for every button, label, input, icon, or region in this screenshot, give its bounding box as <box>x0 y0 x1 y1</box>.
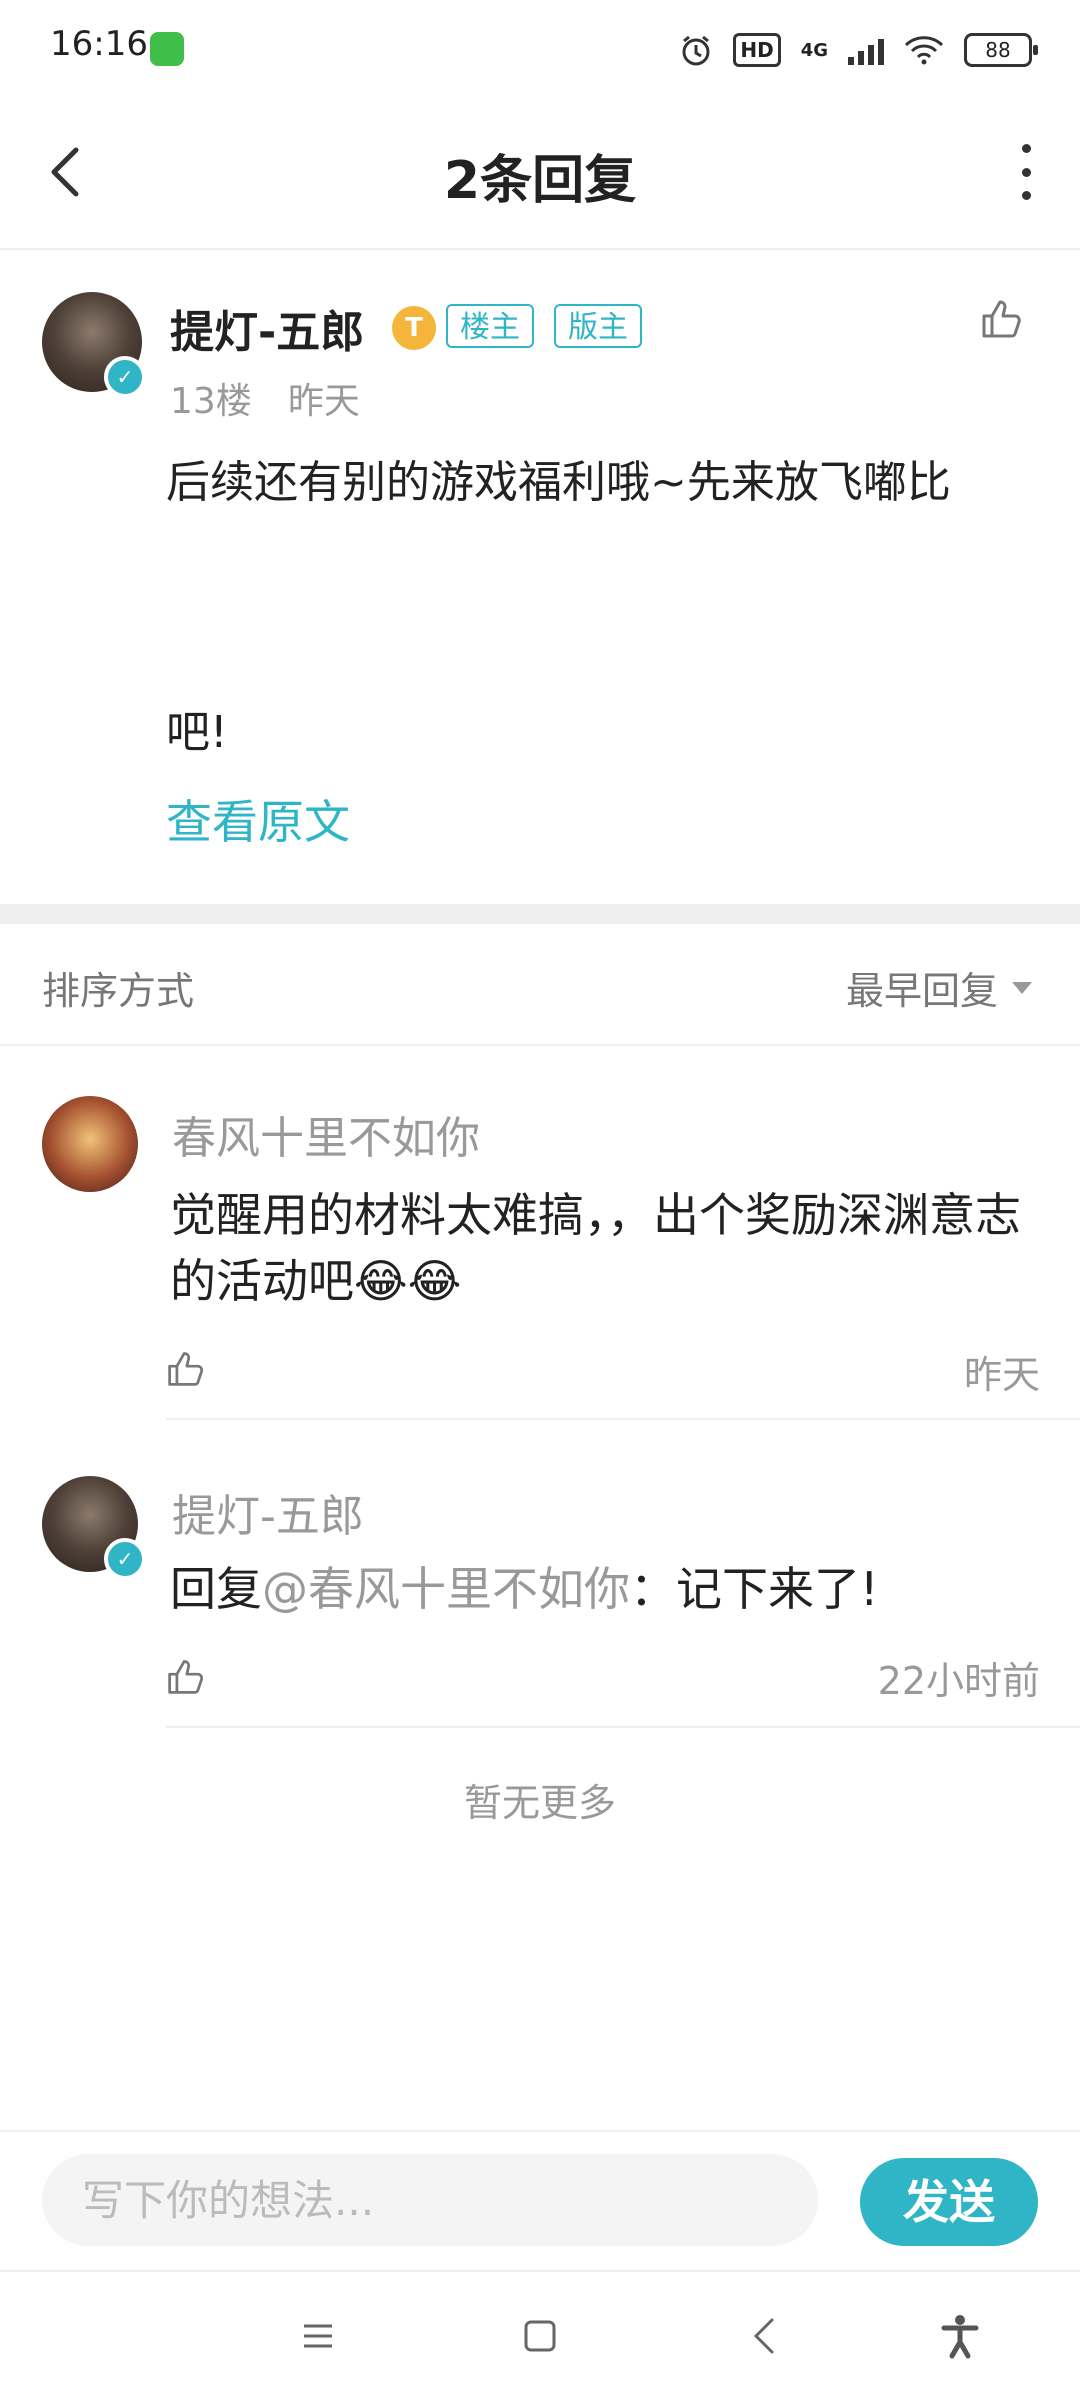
home-button[interactable] <box>516 2312 564 2360</box>
thumbs-up-icon <box>982 300 1021 338</box>
reply-content: 觉醒用的材料太难搞，，出个奖励深渊意志的活动吧😂😂 <box>170 1188 1021 1308</box>
sort-label: 排序方式 <box>42 969 195 1013</box>
post-content-line-1: 后续还有别的游戏福利哦~先来放飞嘟比 <box>166 457 951 508</box>
thumbs-up-icon <box>168 1660 204 1694</box>
reply-like-button[interactable] <box>166 1656 206 1696</box>
reply-avatar[interactable] <box>42 1096 138 1192</box>
wifi-icon <box>904 36 944 65</box>
send-button[interactable]: 发送 <box>860 2158 1038 2246</box>
more-button[interactable] <box>1012 144 1040 200</box>
post-like-button[interactable] <box>980 296 1024 340</box>
mention-link[interactable]: @春风十里不如你 <box>262 1562 630 1616</box>
verified-icon: ✓ <box>104 1538 146 1580</box>
thumbs-up-icon <box>168 1352 204 1386</box>
reply-time: 22小时前 <box>877 1659 1040 1703</box>
nav-back-button[interactable] <box>742 2312 790 2360</box>
post-author-name[interactable]: 提灯-五郎 <box>170 296 364 360</box>
more-icon <box>1021 144 1031 153</box>
app-notification-icon <box>150 32 184 66</box>
hd-icon: HD <box>733 33 781 67</box>
accessibility-button[interactable] <box>936 2312 984 2360</box>
menu-button[interactable] <box>294 2312 342 2360</box>
verified-icon: ✓ <box>104 356 146 398</box>
reply-like-button[interactable] <box>166 1348 206 1388</box>
post-floor: 13楼 <box>170 381 252 422</box>
post-content-line-2: 吧! <box>166 707 228 758</box>
reply-time: 昨天 <box>963 1353 1040 1397</box>
post-meta: 13楼 昨天 <box>170 372 360 424</box>
no-more-text: 暂无更多 <box>463 1781 616 1825</box>
comment-bar: 发送 <box>0 2130 1080 2272</box>
network-label: 4G <box>800 39 828 61</box>
sort-row: 排序方式 最早回复 <box>0 924 1080 1046</box>
home-icon <box>524 2320 556 2352</box>
tag-thread-owner: 楼主 <box>446 304 534 348</box>
alarm-icon <box>682 35 710 66</box>
section-divider <box>0 904 1080 924</box>
page-title: 2条回复 <box>443 151 637 211</box>
reply-separator <box>166 1726 1080 1728</box>
status-time: 16:16 <box>50 24 148 64</box>
reply-content: 回复@春风十里不如你：记下来了! <box>170 1556 1050 1622</box>
title-bar: 2条回复 <box>0 96 1080 250</box>
reply-suffix: ：记下来了! <box>630 1562 879 1616</box>
signal-icon <box>848 35 884 65</box>
chevron-down-icon <box>1012 981 1032 994</box>
reply-author-name[interactable]: 提灯-五郎 <box>172 1480 364 1544</box>
sort-dropdown[interactable]: 最早回复 <box>846 960 1032 1015</box>
battery-icon: 88 <box>964 33 1038 67</box>
reply-author-name[interactable]: 春风十里不如你 <box>172 1102 480 1166</box>
view-original-link[interactable]: 查看原文 <box>166 786 350 852</box>
status-bar: 16:16 HD 4G 88 <box>0 0 1080 96</box>
reply-separator <box>166 1418 1080 1420</box>
level-badge: T <box>392 306 436 350</box>
post-time: 昨天 <box>287 381 360 422</box>
tag-moderator: 版主 <box>554 304 642 348</box>
nav-back-icon <box>753 2318 774 2354</box>
accessibility-icon <box>941 2315 979 2359</box>
menu-icon <box>304 2324 332 2348</box>
status-icons: HD 4G 88 <box>679 26 1038 74</box>
comment-input[interactable] <box>42 2154 818 2246</box>
reply-prefix: 回复 <box>170 1562 262 1616</box>
system-nav-bar <box>0 2270 1080 2402</box>
sort-value: 最早回复 <box>845 969 998 1013</box>
